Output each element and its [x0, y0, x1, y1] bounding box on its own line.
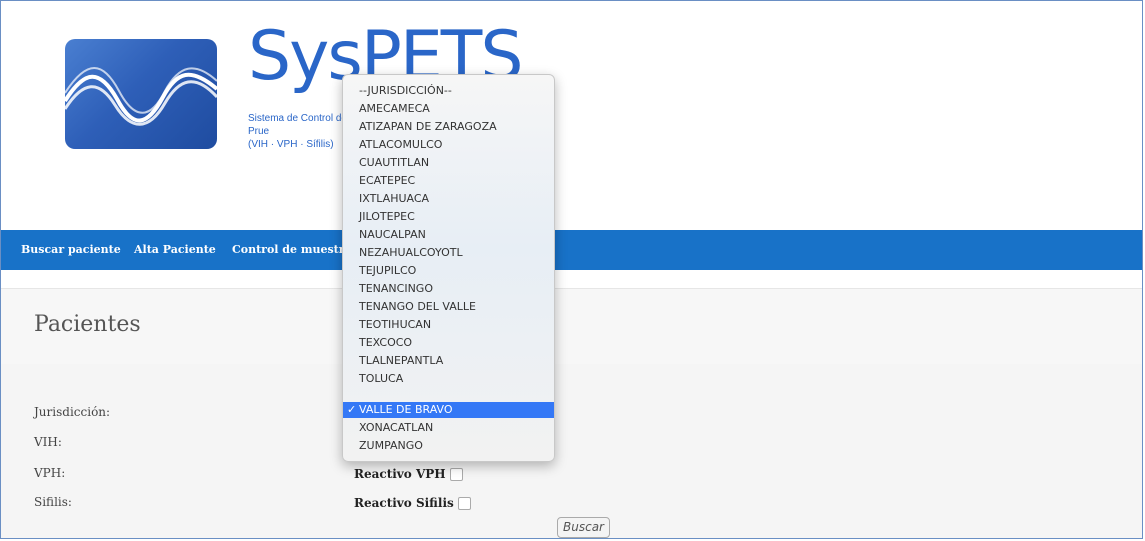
reactivo-sifilis-checkbox[interactable]: [457, 497, 471, 510]
page-header: Pacientes: [1, 288, 1142, 365]
nav-buscar-paciente[interactable]: Buscar paciente: [21, 243, 121, 256]
dropdown-option-nezahualcoyotl[interactable]: NEZAHUALCOYOTL: [343, 245, 554, 261]
dropdown-option-xonacatlan[interactable]: XONACATLAN: [343, 420, 554, 436]
form-area: [1, 364, 1142, 538]
sifilis-label: Sifilis:: [34, 495, 72, 509]
dropdown-option-tlalnepantla[interactable]: TLALNEPANTLA: [343, 353, 554, 369]
dropdown-option-cuautitlan[interactable]: CUAUTITLAN: [343, 155, 554, 171]
page-frame: SysPETS Sistema de Control de Prue (VIH …: [0, 0, 1143, 539]
dropdown-option-amecameca[interactable]: AMECAMECA: [343, 101, 554, 117]
dropdown-option-ixtlahuaca[interactable]: IXTLAHUACA: [343, 191, 554, 207]
dropdown-option-naucalpan[interactable]: NAUCALPAN: [343, 227, 554, 243]
dropdown-option-valle-de-bravo[interactable]: ✓ VALLE DE BRAVO: [343, 402, 554, 418]
reactivo-vph-label: Reactivo VPH: [354, 467, 446, 481]
page-title: Pacientes: [34, 312, 141, 337]
nav-alta-paciente[interactable]: Alta Paciente: [134, 243, 216, 256]
dropdown-option-tenancingo[interactable]: TENANCINGO: [343, 281, 554, 297]
dropdown-option-ecatepec[interactable]: ECATEPEC: [343, 173, 554, 189]
reactivo-sifilis-label: Reactivo Sifilis: [354, 496, 454, 510]
dropdown-option-label: VALLE DE BRAVO: [359, 403, 453, 416]
dropdown-option-jilotepec[interactable]: JILOTEPEC: [343, 209, 554, 225]
logo-icon: [65, 39, 217, 149]
dropdown-option-tejupilco[interactable]: TEJUPILCO: [343, 263, 554, 279]
nav-control-de-muestras[interactable]: Control de muestra: [232, 243, 352, 256]
jurisdiccion-dropdown-menu[interactable]: --JURISDICCIÓN-- AMECAMECA ATIZAPAN DE Z…: [342, 74, 555, 462]
dropdown-option-texcoco[interactable]: TEXCOCO: [343, 335, 554, 351]
checkmark-icon: ✓: [347, 403, 357, 416]
dropdown-option-placeholder[interactable]: --JURISDICCIÓN--: [343, 83, 554, 99]
buscar-button[interactable]: Buscar: [557, 517, 610, 538]
dropdown-option-teotihucan[interactable]: TEOTIHUCAN: [343, 317, 554, 333]
vph-label: VPH:: [34, 466, 66, 480]
dropdown-option-toluca[interactable]: TOLUCA: [343, 371, 554, 387]
main-navbar: Buscar paciente Alta Paciente Control de…: [1, 230, 1142, 270]
dropdown-option-zumpango[interactable]: ZUMPANGO: [343, 438, 554, 454]
dropdown-option-atizapan[interactable]: ATIZAPAN DE ZARAGOZA: [343, 119, 554, 135]
dropdown-option-atlacomulco[interactable]: ATLACOMULCO: [343, 137, 554, 153]
vih-label: VIH:: [34, 435, 62, 449]
reactivo-vph-row: Reactivo VPH: [354, 467, 463, 481]
jurisdiccion-label: Jurisdicción:: [34, 405, 111, 419]
reactivo-vph-checkbox[interactable]: [449, 468, 463, 481]
dropdown-option-tenango-del-valle[interactable]: TENANGO DEL VALLE: [343, 299, 554, 315]
reactivo-sifilis-row: Reactivo Sifilis: [354, 496, 471, 510]
